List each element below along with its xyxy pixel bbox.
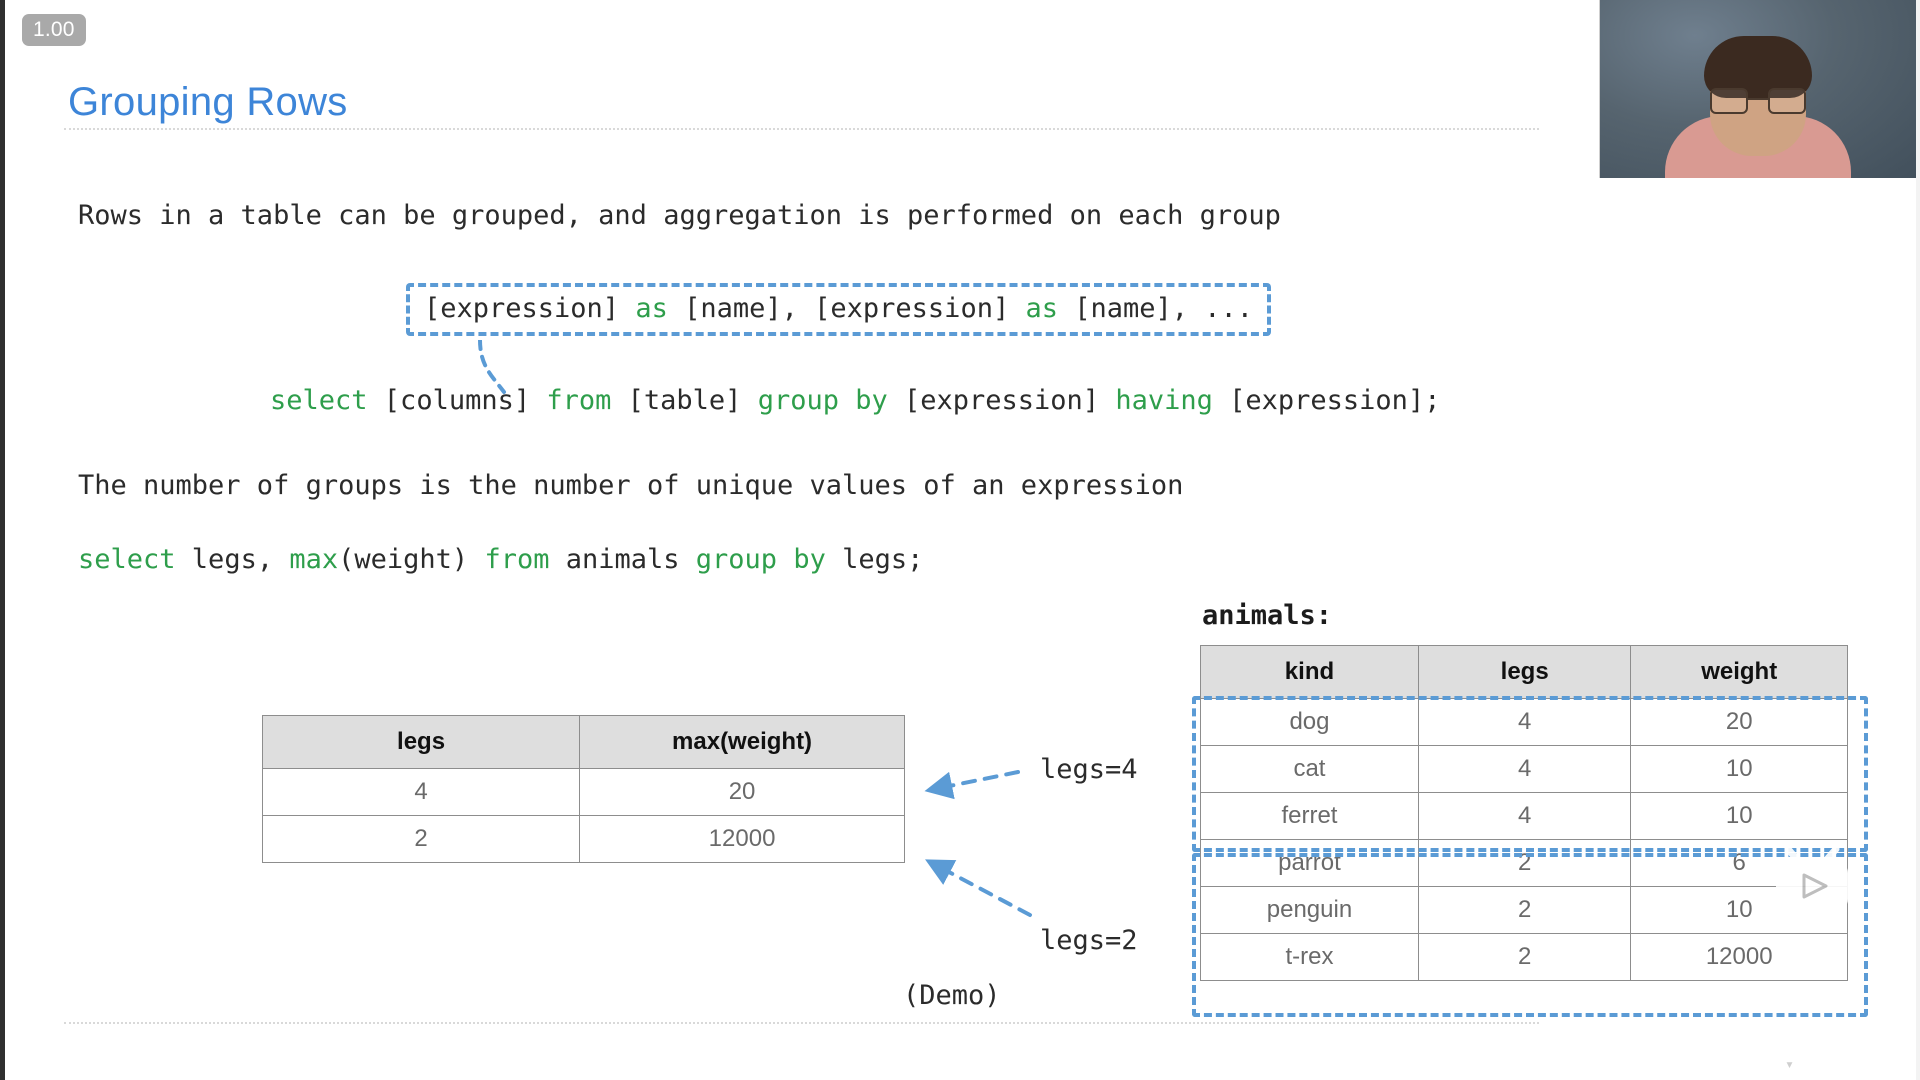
table-cell: 4 — [263, 769, 580, 816]
animals-table-row: penguin210 — [1201, 887, 1848, 934]
sql-text: legs; — [826, 544, 924, 575]
sql-keyword: group by — [696, 544, 826, 575]
sql-keyword: as — [635, 293, 668, 324]
sql-keyword: select — [78, 544, 176, 575]
sql-keyword: select — [270, 385, 368, 416]
page-title: Grouping Rows — [68, 80, 348, 125]
table-cell: 10 — [1631, 793, 1848, 840]
table-cell: 2 — [1418, 934, 1630, 981]
callout-box: [expression] as [name], [expression] as … — [406, 283, 1271, 336]
result-col-legs: legs — [263, 716, 580, 769]
animals-table-row: cat410 — [1201, 746, 1848, 793]
result-table-row: 420 — [263, 769, 905, 816]
title-divider — [64, 128, 1539, 130]
intro-text: Rows in a table can be grouped, and aggr… — [78, 200, 1281, 231]
table-cell: 20 — [580, 769, 905, 816]
sql-keyword: group by — [758, 385, 888, 416]
table-cell: 10 — [1631, 746, 1848, 793]
groups-count-text: The number of groups is the number of un… — [78, 470, 1183, 501]
playback-speed-badge[interactable]: 1.00 — [22, 14, 86, 46]
table-cell: penguin — [1201, 887, 1419, 934]
sql-text: legs, — [176, 544, 290, 575]
table-cell: 2 — [1418, 887, 1630, 934]
table-cell: 12000 — [580, 816, 905, 863]
demo-label: (Demo) — [903, 980, 1001, 1011]
result-table: legs max(weight) 420212000 — [262, 715, 905, 863]
footer-divider — [64, 1022, 1539, 1024]
sql-keyword: from — [484, 544, 549, 575]
group-label-legs-2: legs=2 — [1040, 925, 1138, 956]
table-cell: ferret — [1201, 793, 1419, 840]
animals-col-kind: kind — [1201, 646, 1419, 699]
group-label-legs-4: legs=4 — [1040, 754, 1138, 785]
sql-keyword: max — [289, 544, 338, 575]
table-cell: 2 — [263, 816, 580, 863]
animals-table-row: ferret410 — [1201, 793, 1848, 840]
sql-text: [name], [expression] — [668, 293, 1026, 324]
animals-table-header-row: kind legs weight — [1201, 646, 1848, 699]
webcam-glasses-icon — [1710, 88, 1806, 110]
table-cell: 12000 — [1631, 934, 1848, 981]
sql-text: (weight) — [338, 544, 484, 575]
callout-text: [expression] as [name], [expression] as … — [424, 293, 1253, 324]
table-cell: 4 — [1418, 746, 1630, 793]
callout-tail-icon — [470, 340, 530, 402]
result-table-header-row: legs max(weight) — [263, 716, 905, 769]
result-table-body: 420212000 — [263, 769, 905, 863]
animals-col-weight: weight — [1631, 646, 1848, 699]
sql-keyword: as — [1025, 293, 1058, 324]
play-icon[interactable] — [1768, 843, 1856, 915]
table-cell: t-rex — [1201, 934, 1419, 981]
animals-table-body: dog420cat410ferret410parrot26penguin210t… — [1201, 699, 1848, 981]
sql-text: [expression]; — [1213, 385, 1441, 416]
sql-text: [table] — [611, 385, 757, 416]
arrow-legs-4 — [930, 772, 1018, 790]
instructor-webcam-video[interactable] — [1599, 0, 1916, 178]
table-cell: 2 — [1418, 840, 1630, 887]
sql-text: [expression] — [424, 293, 635, 324]
animals-table: kind legs weight dog420cat410ferret410pa… — [1200, 645, 1848, 981]
arrow-legs-2 — [930, 862, 1030, 915]
sql-text: animals — [549, 544, 695, 575]
result-col-maxweight: max(weight) — [580, 716, 905, 769]
sql-text: [name], ... — [1058, 293, 1253, 324]
animals-table-caption: animals: — [1202, 600, 1332, 631]
footer-caret-icon: ▾ — [1785, 1055, 1794, 1073]
example-query-line: select legs, max(weight) from animals gr… — [78, 544, 923, 575]
template-query-line: select [columns] from [table] group by [… — [270, 385, 1440, 416]
table-cell: cat — [1201, 746, 1419, 793]
table-cell: parrot — [1201, 840, 1419, 887]
sql-keyword: from — [546, 385, 611, 416]
animals-table-row: dog420 — [1201, 699, 1848, 746]
animals-col-legs: legs — [1418, 646, 1630, 699]
animals-table-row: t-rex212000 — [1201, 934, 1848, 981]
table-cell: dog — [1201, 699, 1419, 746]
table-cell: 4 — [1418, 699, 1630, 746]
animals-table-row: parrot26 — [1201, 840, 1848, 887]
sql-keyword: having — [1115, 385, 1213, 416]
left-edge-strip — [0, 0, 5, 1080]
sql-text: [expression] — [888, 385, 1116, 416]
table-cell: 20 — [1631, 699, 1848, 746]
table-cell: 4 — [1418, 793, 1630, 840]
result-table-row: 212000 — [263, 816, 905, 863]
right-edge-strip — [1916, 0, 1920, 1080]
